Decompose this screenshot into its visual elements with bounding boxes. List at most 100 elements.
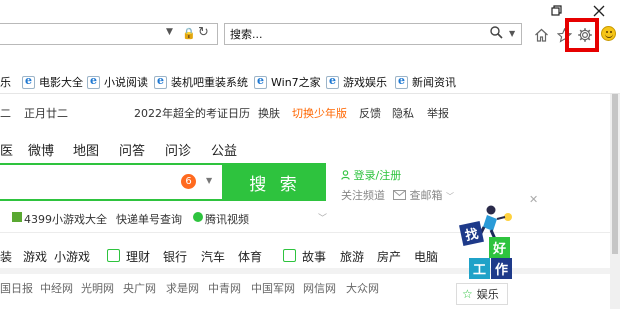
favorites-bar: 乐 电影大全 小说阅读 装机吧重装系统 Win7之家 游戏娱乐 新闻资讯 — [0, 70, 620, 94]
ie-page-icon — [326, 74, 339, 89]
category-item[interactable]: 体育 — [238, 248, 262, 265]
privacy-link[interactable]: 隐私 — [392, 105, 414, 121]
category-item[interactable]: 房产 — [377, 248, 401, 265]
quick-link[interactable]: 腾讯视频 — [193, 211, 249, 226]
quick-link-label: 腾讯视频 — [205, 213, 249, 226]
favorite-label: 电影大全 — [39, 76, 83, 89]
video-icon — [193, 212, 203, 222]
site-link[interactable]: 网信网 — [303, 280, 336, 296]
category-item[interactable]: 电脑 — [414, 248, 438, 265]
favorite-item[interactable]: 装机吧重装系统 — [154, 74, 248, 90]
favorite-item[interactable]: 新闻资讯 — [395, 74, 456, 90]
search-button[interactable]: 搜 索 — [224, 163, 326, 201]
scrollbar-thumb[interactable] — [612, 94, 618, 254]
grid-icon — [12, 212, 22, 222]
favorite-item[interactable]: 小说阅读 — [87, 74, 148, 90]
favorite-label: 装机吧重装系统 — [171, 76, 248, 89]
favorite-item[interactable]: 电影大全 — [22, 74, 83, 90]
feedback-link[interactable]: 反馈 — [359, 105, 381, 121]
mail-icon — [393, 189, 410, 202]
favorite-item[interactable]: Win7之家 — [254, 74, 321, 90]
refresh-icon[interactable]: ↻ — [198, 25, 209, 40]
home-icon[interactable] — [532, 26, 550, 44]
vertical-scrollbar[interactable] — [610, 94, 620, 309]
category-item[interactable]: 故事 — [302, 248, 326, 265]
report-link[interactable]: 举报 — [427, 105, 449, 121]
date-text: 二 — [0, 107, 11, 120]
quick-link[interactable]: 快递单号查询 — [116, 211, 182, 227]
smiley-feedback-icon[interactable] — [601, 26, 616, 41]
chevron-down-icon[interactable]: ▼ — [206, 176, 212, 185]
category-row: 装 游戏 小游戏 理财 银行 汽车 体育 故事 旅游 房产 电脑 — [0, 248, 450, 264]
site-link[interactable]: 中青网 — [208, 280, 241, 296]
page-header-row: 二 正月廿二 2022年超全的考证日历 换肤 切换少年版 反馈 隐私 举报 — [0, 105, 620, 121]
category-item[interactable]: 游戏 — [23, 248, 47, 265]
chevron-down-icon[interactable]: ﹀ — [446, 192, 454, 201]
title-bar — [0, 0, 620, 22]
favorite-item[interactable]: 游戏娱乐 — [326, 74, 387, 90]
follow-channel-link[interactable]: 关注频道 — [341, 187, 385, 203]
browser-search-input[interactable] — [230, 26, 450, 42]
site-link[interactable]: 光明网 — [81, 280, 114, 296]
story-icon — [283, 249, 296, 262]
site-link[interactable]: 求是网 — [166, 280, 199, 296]
chevron-down-icon[interactable]: ▼ — [166, 27, 173, 37]
address-bar: ▼ 🔒 ↻ ▼ — [0, 22, 620, 48]
site-link[interactable]: 央广网 — [123, 280, 156, 296]
site-link[interactable]: 中经网 — [40, 280, 73, 296]
category-item[interactable]: 银行 — [163, 248, 187, 265]
url-field[interactable]: ▼ 🔒 ↻ — [0, 23, 218, 45]
chevron-down-icon[interactable]: ▼ — [509, 29, 515, 38]
mail-label: 查邮箱 — [409, 189, 443, 202]
search-icon[interactable] — [490, 26, 503, 43]
nav-item[interactable]: 微博 — [28, 140, 54, 159]
promo-link[interactable]: 2022年超全的考证日历 — [134, 105, 250, 121]
young-mode-link[interactable]: 切换少年版 — [292, 105, 347, 121]
restore-icon[interactable] — [548, 3, 566, 19]
category-item[interactable]: 汽车 — [201, 248, 225, 265]
favorite-label: Win7之家 — [271, 76, 321, 89]
nav-item[interactable]: 医 — [0, 140, 13, 159]
quick-links: 4399小游戏大全 快递单号查询 腾讯视频 ﹀ — [0, 211, 340, 227]
lunar-date: 正月廿二 — [24, 107, 68, 120]
entertainment-label: 娱乐 — [476, 288, 499, 301]
service-nav: 医 微博 地图 问答 问诊 公益 — [0, 140, 620, 159]
site-link[interactable]: 中国军网 — [251, 280, 295, 296]
nav-item[interactable]: 地图 — [73, 140, 99, 159]
site-links: 国日报 中经网 光明网 央广网 求是网 中青网 中国军网 网信网 大众网 — [0, 280, 450, 296]
browser-search-box[interactable]: ▼ — [224, 23, 522, 45]
main-search: 6 ▼ 搜 索 — [0, 163, 326, 201]
favorite-item[interactable]: 乐 — [0, 74, 11, 90]
lock-icon: 🔒 — [182, 27, 196, 40]
entertainment-button[interactable]: ☆ 娱乐 — [456, 283, 508, 305]
category-item[interactable]: 装 — [0, 248, 12, 265]
ie-page-icon — [87, 74, 100, 89]
quick-link-label: 4399小游戏大全 — [24, 213, 107, 226]
close-icon[interactable] — [590, 3, 608, 19]
favorite-label: 游戏娱乐 — [343, 76, 387, 89]
login-link[interactable]: 登录/注册 — [341, 167, 401, 183]
gear-highlight-box — [565, 18, 599, 52]
close-icon[interactable]: ✕ — [529, 193, 538, 206]
skin-link[interactable]: 换肤 — [258, 105, 280, 121]
login-label: 登录/注册 — [353, 169, 402, 182]
ie-page-icon — [154, 74, 167, 89]
category-item[interactable]: 小游戏 — [54, 248, 90, 265]
ie-page-icon — [254, 74, 267, 89]
nav-item[interactable]: 问诊 — [165, 140, 191, 159]
ie-page-icon — [22, 74, 35, 89]
promo-tile: 好 — [489, 237, 510, 258]
nav-item[interactable]: 问答 — [119, 140, 145, 159]
promo-tile: 作 — [491, 258, 512, 279]
finance-icon — [107, 249, 120, 262]
nav-item[interactable]: 公益 — [211, 140, 237, 159]
promo-tile: 工 — [469, 258, 490, 279]
job-promo-widget[interactable]: 找 好 工 作 — [453, 203, 528, 283]
chevron-down-icon[interactable]: ﹀ — [318, 211, 327, 224]
mail-link[interactable]: 查邮箱 ﹀ — [393, 187, 454, 203]
category-item[interactable]: 旅游 — [340, 248, 364, 265]
category-item[interactable]: 理财 — [126, 248, 150, 265]
site-link[interactable]: 大众网 — [346, 280, 379, 296]
site-link[interactable]: 国日报 — [0, 280, 33, 296]
quick-link[interactable]: 4399小游戏大全 — [12, 211, 107, 226]
